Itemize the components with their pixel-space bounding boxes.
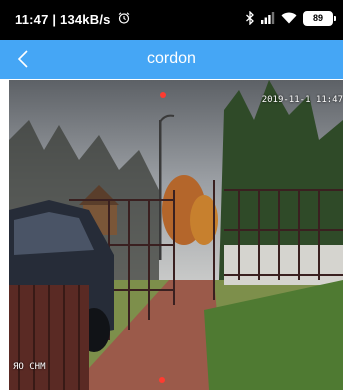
camera-channel-label: ЯО СНМ bbox=[13, 362, 46, 372]
signal-icon bbox=[261, 12, 275, 24]
ptz-marker-top[interactable] bbox=[160, 92, 166, 98]
battery-icon: 89 bbox=[303, 10, 336, 26]
status-icons: 89 bbox=[245, 9, 336, 27]
battery-level: 89 bbox=[312, 13, 323, 23]
status-time: 11:47 | 134kB/s bbox=[15, 12, 111, 27]
wifi-icon bbox=[281, 12, 297, 24]
page-title: cordon bbox=[147, 50, 196, 67]
status-bar: 11:47 | 134kB/s 89 bbox=[0, 0, 343, 40]
bluetooth-icon bbox=[246, 11, 254, 25]
alarm-clock-icon bbox=[118, 12, 130, 24]
nav-bar: cordon bbox=[0, 40, 343, 79]
video-timestamp: 2019-11-1 11:47 bbox=[261, 95, 343, 105]
camera-live-view[interactable]: 2019-11-1 11:47 ЯО СНМ bbox=[9, 80, 343, 390]
ptz-marker-bottom[interactable] bbox=[159, 377, 165, 383]
camera-video-frame bbox=[9, 80, 343, 390]
